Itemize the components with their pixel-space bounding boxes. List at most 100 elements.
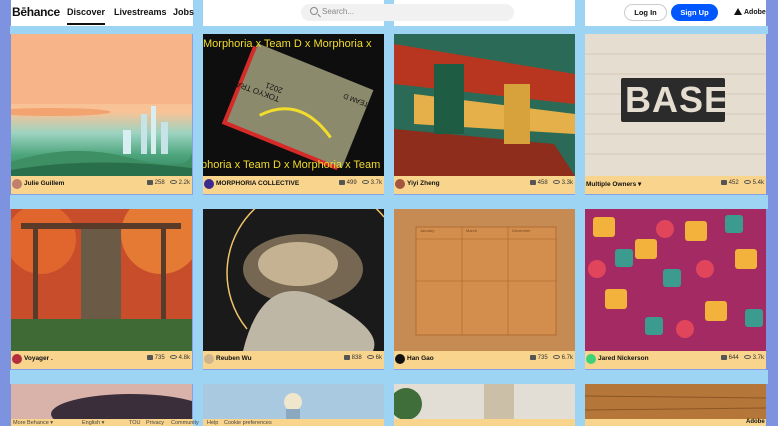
footer-bar: More Behance ▾ English ▾ TOU Privacy Com… <box>0 419 778 426</box>
adobe-logo-icon <box>734 8 742 15</box>
eye-icon <box>743 180 751 184</box>
views-count: 3.7k <box>370 180 382 186</box>
likes-count: 452 <box>728 180 739 186</box>
avatar[interactable] <box>395 179 405 189</box>
thumbs-up-icon <box>529 180 536 185</box>
footer-adobe-logo[interactable]: Adobe <box>746 419 765 425</box>
calendar-label: January <box>420 228 435 233</box>
search-icon <box>310 7 318 15</box>
eye-icon <box>743 355 751 359</box>
project-art <box>203 384 384 419</box>
project-art <box>11 384 192 419</box>
search-input[interactable]: Search... <box>301 4 514 21</box>
footer-community[interactable]: Community <box>171 420 199 426</box>
project-thumbnail[interactable]: BASE <box>585 34 766 176</box>
forest-illustration <box>11 209 192 351</box>
project-art <box>585 384 766 419</box>
row-separator <box>10 26 768 34</box>
project-thumbnail[interactable] <box>585 384 766 419</box>
avatar[interactable] <box>204 179 214 189</box>
project-stats: 452 5.4k <box>720 180 764 186</box>
project-thumbnail[interactable] <box>203 384 384 419</box>
footer-cookie-preferences[interactable]: Cookie preferences <box>224 420 272 426</box>
project-thumbnail[interactable] <box>585 209 766 351</box>
footer-language[interactable]: English ▾ <box>82 420 104 426</box>
landscape-illustration <box>11 34 192 176</box>
thumbs-up-icon <box>720 180 727 185</box>
views-count: 6k <box>375 355 382 361</box>
owner-name[interactable]: Jared Nickerson <box>598 355 649 362</box>
avatar[interactable] <box>586 354 596 364</box>
owner-name[interactable]: Han Gao <box>407 355 434 362</box>
project-thumbnail[interactable] <box>11 384 192 419</box>
likes-count: 258 <box>154 180 165 186</box>
project-thumbnail[interactable] <box>394 34 575 176</box>
project-meta: Multiple Owners ▾ 452 5.4k <box>585 176 766 194</box>
eye-icon <box>169 180 177 184</box>
project-stats: 458 3.3k <box>529 180 573 186</box>
login-button[interactable]: Log In <box>624 4 667 21</box>
project-thumbnail[interactable]: January March December <box>394 209 575 351</box>
thumbs-up-icon <box>529 355 536 360</box>
project-thumbnail[interactable] <box>11 209 192 351</box>
avatar[interactable] <box>204 354 214 364</box>
views-count: 3.7k <box>752 355 764 361</box>
thumbs-up-icon <box>146 180 153 185</box>
project-meta: MORPHORIA COLLECTIVE 499 3.7k <box>203 176 384 194</box>
avatar[interactable] <box>12 179 22 189</box>
column-separator <box>193 0 203 426</box>
eye-icon <box>169 355 177 359</box>
nav-jobs[interactable]: Jobs <box>173 7 194 17</box>
nav-livestreams[interactable]: Livestreams <box>114 7 167 17</box>
temple-illustration <box>394 34 575 176</box>
project-thumbnail[interactable] <box>11 34 192 176</box>
owner-name[interactable]: Multiple Owners ▾ <box>586 180 641 188</box>
eye-icon <box>361 180 369 184</box>
avatar[interactable] <box>12 354 22 364</box>
thumbs-up-icon <box>338 180 345 185</box>
column-separator <box>384 0 394 426</box>
project-thumbnail[interactable]: Morphoria x Team D x Morphoria x phoria … <box>203 34 384 176</box>
search-placeholder: Search... <box>322 7 355 16</box>
adobe-link[interactable]: Adobe <box>734 8 766 16</box>
owner-name[interactable]: Reuben Wu <box>216 355 252 362</box>
project-thumbnail[interactable] <box>394 384 575 419</box>
behance-logo[interactable]: Bēhance <box>12 5 60 19</box>
views-count: 5.4k <box>752 180 764 186</box>
project-thumbnail[interactable] <box>203 209 384 351</box>
project-stats: 735 4.8k <box>146 355 190 361</box>
owner-name[interactable]: Julie Guillem <box>24 180 64 187</box>
views-count: 3.3k <box>561 180 573 186</box>
views-count: 6.7k <box>561 355 573 361</box>
banner-text: Morphoria x Team D x Morphoria x <box>203 38 372 50</box>
cloud-illustration <box>203 209 384 351</box>
likes-count: 735 <box>154 355 165 361</box>
views-count: 4.8k <box>178 355 190 361</box>
nav-discover[interactable]: Discover <box>67 7 106 25</box>
footer-more-behance[interactable]: More Behance ▾ <box>13 420 53 426</box>
column-separator <box>0 0 11 426</box>
footer-help[interactable]: Help <box>207 420 218 426</box>
thumbs-up-icon <box>343 355 350 360</box>
footer-privacy[interactable]: Privacy <box>146 420 164 426</box>
thumbs-up-icon <box>720 355 727 360</box>
owner-name[interactable]: MORPHORIA COLLECTIVE <box>216 180 299 187</box>
banner-text: phoria x Team D x Morphoria x Team <box>203 159 381 171</box>
project-meta: Han Gao 735 6.7k <box>394 351 575 369</box>
signup-button[interactable]: Sign Up <box>671 4 718 21</box>
project-stats: 735 6.7k <box>529 355 573 361</box>
owner-name[interactable]: Voyager . <box>24 355 53 362</box>
calendar-label: December <box>512 228 531 233</box>
row-separator <box>10 195 768 209</box>
calendar-label: March <box>466 228 478 233</box>
project-stats: 838 6k <box>343 355 382 361</box>
adobe-label: Adobe <box>744 9 766 16</box>
project-art <box>394 384 575 419</box>
project-stats: 499 3.7k <box>338 180 382 186</box>
eye-icon <box>366 355 374 359</box>
project-meta: Voyager . 735 4.8k <box>11 351 192 369</box>
owner-name[interactable]: Yiyi Zheng <box>407 180 440 187</box>
footer-tou[interactable]: TOU <box>129 420 141 426</box>
likes-count: 499 <box>346 180 357 186</box>
avatar[interactable] <box>395 354 405 364</box>
